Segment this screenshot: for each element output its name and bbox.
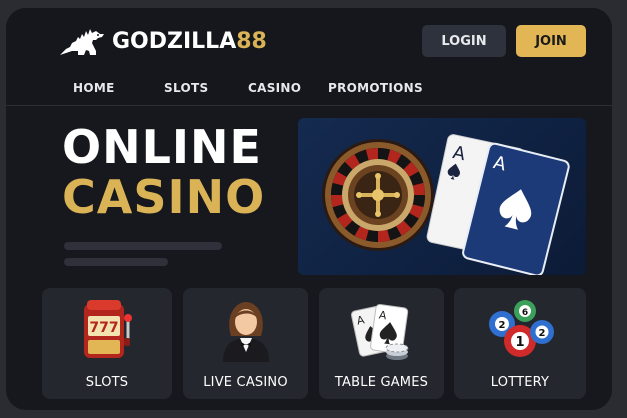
- brand-name-gold: 88: [236, 28, 267, 54]
- placeholder-bar: [64, 242, 222, 250]
- category-label: LIVE CASINO: [203, 375, 288, 390]
- lottery-ball-number: 2: [539, 328, 546, 339]
- lottery-ball-number: 1: [515, 335, 524, 350]
- lottery-balls-icon: 2 6 1 2: [489, 300, 554, 357]
- lottery-ball-number: 6: [522, 308, 528, 318]
- category-label: LOTTERY: [490, 375, 550, 390]
- playing-cards-chips-icon: A A: [350, 304, 408, 360]
- login-button[interactable]: LOGIN: [422, 25, 506, 57]
- main-nav: HOME SLOTS CASINO PROMOTIONS: [6, 72, 612, 106]
- category-label: SLOTS: [85, 375, 129, 390]
- hero-title-line1: ONLINE: [62, 120, 262, 174]
- site-logo[interactable]: GODZILLA88: [58, 25, 267, 57]
- hero-heading: ONLINE CASINO: [62, 122, 265, 222]
- site-header: GODZILLA88 LOGIN JOIN: [6, 8, 612, 72]
- lottery-ball-number: 2: [499, 320, 506, 331]
- category-lottery[interactable]: 2 6 1 2 LOTTERY: [454, 288, 586, 399]
- category-table-games[interactable]: A A TABLE GAMES: [319, 288, 444, 399]
- page-frame: GODZILLA88 LOGIN JOIN HOME SLOTS CASINO …: [6, 8, 612, 410]
- slot-reels-text: 777: [89, 320, 118, 336]
- placeholder-bar: [64, 258, 168, 266]
- category-label: TABLE GAMES: [334, 375, 429, 390]
- hero-title-line2: CASINO: [62, 170, 266, 224]
- category-slots[interactable]: 777 SLOTS: [42, 288, 172, 399]
- nav-item-slots[interactable]: SLOTS: [164, 81, 208, 95]
- category-live-casino[interactable]: LIVE CASINO: [183, 288, 308, 399]
- dealer-icon: [222, 302, 269, 362]
- join-button[interactable]: JOIN: [516, 25, 586, 57]
- brand-name: GODZILLA88: [112, 29, 267, 54]
- roulette-wheel-icon: [322, 139, 434, 251]
- brand-name-white: GODZILLA: [112, 28, 237, 54]
- slot-machine-icon: 777: [84, 300, 132, 358]
- godzilla-logo-icon: [60, 29, 104, 55]
- nav-item-promotions[interactable]: PROMOTIONS: [328, 81, 423, 95]
- nav-item-casino[interactable]: CASINO: [248, 81, 301, 95]
- hero-banner-image: A A: [298, 118, 586, 275]
- nav-item-home[interactable]: HOME: [73, 81, 115, 95]
